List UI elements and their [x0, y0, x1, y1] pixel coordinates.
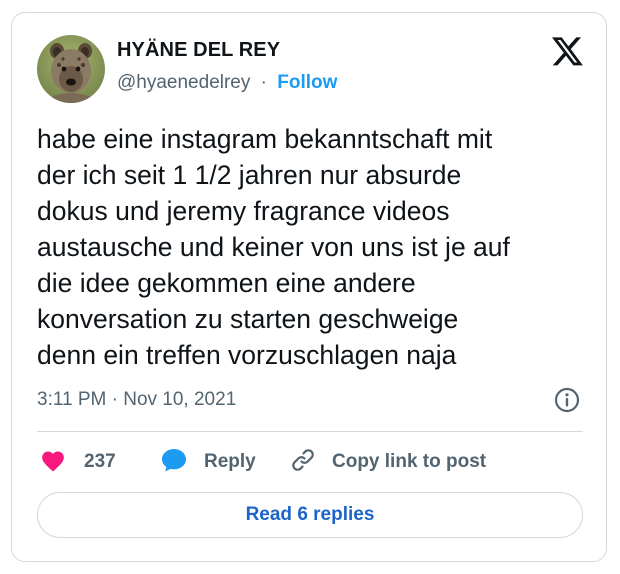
author-handle[interactable]: @hyaenedelrey	[117, 72, 250, 93]
copy-link-button[interactable]: Copy link to post	[290, 448, 486, 476]
reply-button[interactable]: Reply	[160, 448, 256, 476]
heart-icon	[40, 448, 66, 477]
author-name[interactable]: HYÄNE DEL REY	[117, 39, 280, 62]
tweet-card: HYÄNE DEL REY @hyaenedelrey · Follow hab…	[11, 12, 607, 562]
divider	[37, 431, 583, 432]
reply-label: Reply	[204, 451, 256, 472]
read-replies-button[interactable]: Read 6 replies	[37, 492, 583, 538]
tweet-text: habe eine instagram bekanntschaft mit de…	[37, 124, 510, 370]
x-logo-icon[interactable]	[552, 37, 584, 67]
info-icon[interactable]	[553, 386, 581, 414]
avatar[interactable]	[37, 35, 105, 103]
link-icon	[290, 447, 316, 478]
copy-link-label: Copy link to post	[332, 451, 487, 472]
reply-bubble-icon	[160, 447, 188, 478]
author-handle-row: @hyaenedelrey · Follow	[117, 72, 337, 94]
like-button[interactable]: 237	[40, 448, 116, 476]
like-count: 237	[84, 451, 116, 472]
tweet-timestamp[interactable]: 3:11 PM · Nov 10, 2021	[37, 389, 236, 411]
separator-dot: ·	[260, 72, 267, 93]
follow-button[interactable]: Follow	[277, 72, 337, 93]
hyena-avatar-icon	[37, 35, 105, 103]
